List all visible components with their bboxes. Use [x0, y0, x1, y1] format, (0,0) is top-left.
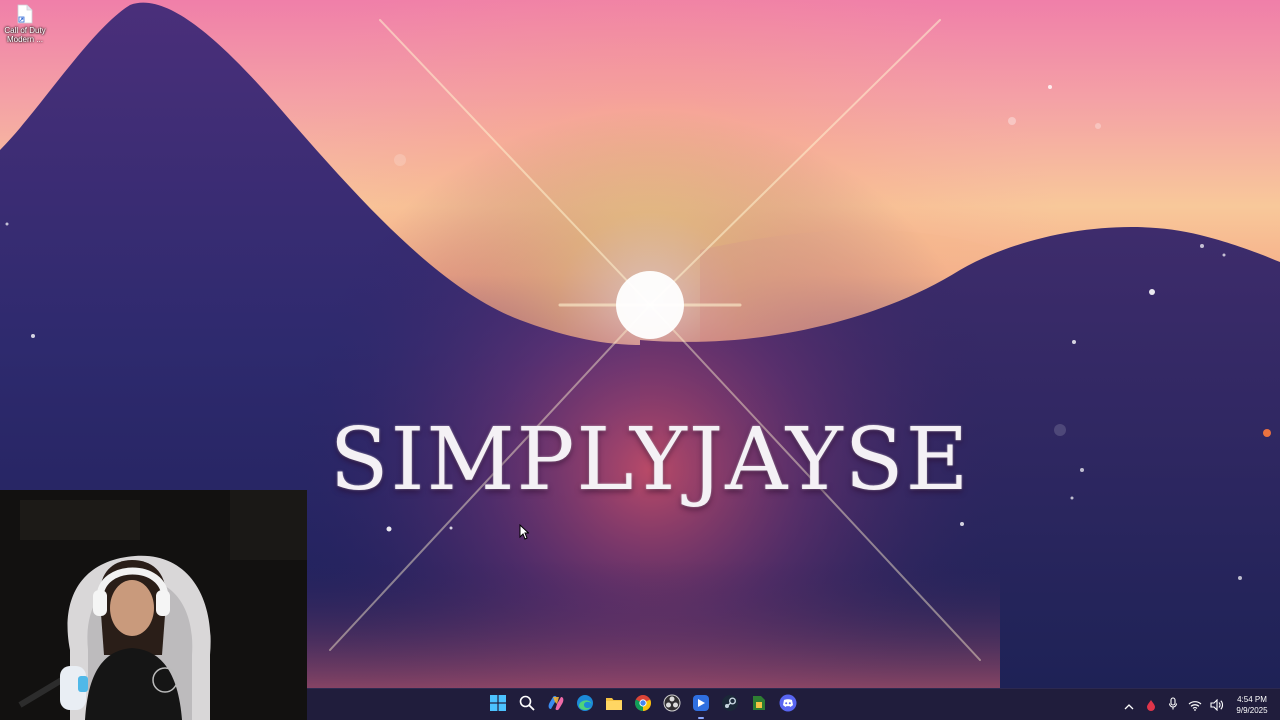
- chrome-icon: [634, 694, 652, 716]
- tool-app-button[interactable]: [744, 690, 773, 720]
- tool-app-icon: [751, 694, 767, 716]
- edge-button[interactable]: [570, 690, 599, 720]
- discord-button[interactable]: [773, 690, 802, 720]
- search-icon: [519, 695, 535, 715]
- edge-icon: [576, 694, 594, 716]
- network-button[interactable]: [1184, 690, 1206, 720]
- taskbar-clock[interactable]: 4:54 PM 9/9/2025: [1228, 694, 1276, 716]
- wallpaper-title: SIMPLYJAYSE: [329, 410, 971, 510]
- tray-app-button[interactable]: [1140, 690, 1162, 720]
- red-app-icon: [1146, 696, 1156, 715]
- chevron-up-icon: [1124, 696, 1134, 715]
- desktop-shortcut-call-of-duty[interactable]: Call of Duty Modern ...: [2, 4, 48, 44]
- steam-icon: [721, 694, 739, 716]
- search-button[interactable]: [512, 690, 541, 720]
- copilot-icon: [547, 694, 565, 716]
- steam-button[interactable]: [715, 690, 744, 720]
- chrome-button[interactable]: [628, 690, 657, 720]
- start-button[interactable]: [483, 690, 512, 720]
- obs-button[interactable]: [657, 690, 686, 720]
- file-shortcut-icon: [17, 4, 33, 24]
- windows-start-icon: [489, 695, 506, 715]
- clock-date: 9/9/2025: [1236, 706, 1268, 715]
- clock-time: 4:54 PM: [1237, 695, 1267, 704]
- volume-button[interactable]: [1206, 690, 1228, 720]
- microphone-button[interactable]: [1162, 690, 1184, 720]
- show-hidden-icons-button[interactable]: [1118, 690, 1140, 720]
- streamer-app-button[interactable]: [686, 690, 715, 720]
- obs-icon: [663, 694, 681, 716]
- folder-icon: [605, 695, 623, 715]
- wifi-icon: [1188, 696, 1202, 715]
- mouse-cursor-icon: [519, 523, 530, 544]
- copilot-button[interactable]: [541, 690, 570, 720]
- volume-icon: [1210, 696, 1224, 715]
- taskbar: 4:54 PM 9/9/2025: [307, 688, 1280, 720]
- webcam-overlay: [0, 490, 307, 720]
- active-indicator: [698, 717, 704, 719]
- webcam-feed: [0, 490, 307, 720]
- streamer-app-icon: [692, 694, 710, 716]
- discord-icon: [779, 694, 797, 716]
- system-tray: 4:54 PM 9/9/2025: [1118, 689, 1280, 720]
- microphone-icon: [1168, 696, 1178, 715]
- desktop-shortcut-label: Call of Duty Modern ...: [4, 26, 46, 44]
- file-explorer-button[interactable]: [599, 690, 628, 720]
- taskbar-pinned-apps: [483, 689, 802, 720]
